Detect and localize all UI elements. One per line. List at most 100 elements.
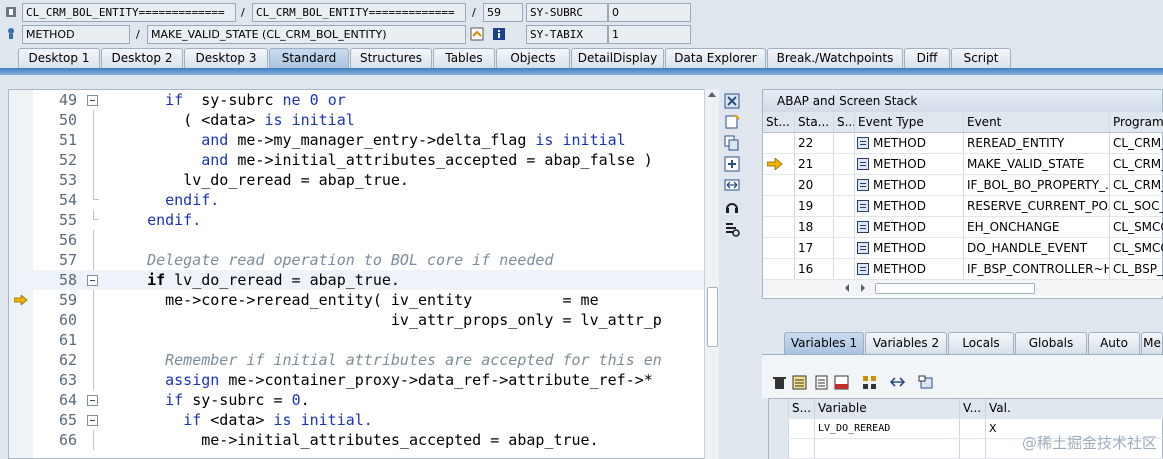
fold-toggle-icon[interactable] [87, 415, 98, 426]
col-header-value[interactable]: Val. [986, 399, 1163, 418]
fold-toggle-icon[interactable] [87, 275, 98, 286]
fold-guide-end [93, 199, 99, 200]
tab-detaildisplay[interactable]: DetailDisplay [571, 48, 664, 69]
window-icon[interactable] [918, 375, 933, 390]
swap-tool-icon[interactable] [724, 177, 740, 193]
col-header-st[interactable]: St... [763, 112, 795, 132]
fold-toggle-icon[interactable] [87, 395, 98, 406]
transfer-icon[interactable] [890, 375, 905, 390]
tab-desktop-1[interactable]: Desktop 1 [18, 48, 100, 69]
tab-variables-2[interactable]: Variables 2 [865, 332, 947, 354]
code-line[interactable]: 49 if sy-subrc ne 0 or [9, 90, 719, 110]
tab-auto[interactable]: Auto [1088, 332, 1140, 354]
col-header-program[interactable]: Program [1110, 112, 1163, 132]
col-header-event-type[interactable]: Event Type [855, 112, 964, 132]
code-line[interactable]: 62 Remember if initial attributes are ac… [9, 350, 719, 370]
tab-globals[interactable]: Globals [1015, 332, 1087, 354]
program-field[interactable]: CL_CRM_BOL_ENTITY============= [22, 3, 236, 22]
code-line[interactable]: 53 lv_do_reread = abap_true. [9, 170, 719, 190]
tab-data-explorer[interactable]: Data Explorer [665, 48, 766, 69]
row-select-cell[interactable] [769, 439, 789, 458]
sysvar-name-field-2[interactable]: SY-TABIX [526, 25, 608, 44]
list-icon[interactable] [792, 375, 807, 390]
stack-scroll-thumb[interactable] [875, 283, 1035, 294]
code-line[interactable]: 50 ( <data> is initial [9, 110, 719, 130]
col-header-s[interactable]: S... [834, 112, 855, 132]
stack-row[interactable]: 17 METHOD DO_HANDLE_EVENTCL_SMCOV [763, 238, 1163, 259]
variable-name-cell[interactable]: LV_DO_REREAD [815, 419, 960, 438]
code-line[interactable]: 63 assign me->container_proxy->data_ref-… [9, 370, 719, 390]
sysvar-value-field[interactable]: 0 [608, 3, 691, 22]
code-line[interactable]: 55 endif. [9, 210, 719, 230]
code-line[interactable]: 51 and me->my_manager_entry->delta_flag … [9, 130, 719, 150]
code-line[interactable]: 61 [9, 330, 719, 350]
tab-objects[interactable]: Objects [496, 48, 570, 69]
breakpoint-stop-icon[interactable] [4, 5, 18, 19]
include-field[interactable]: CL_CRM_BOL_ENTITY============= [252, 3, 466, 22]
headset-tool-icon[interactable] [724, 199, 740, 215]
navigate-source-icon[interactable] [470, 27, 484, 41]
sysvar-name-field[interactable]: SY-SUBRC [526, 3, 608, 22]
scroll-right-icon[interactable] [855, 280, 871, 296]
stack-row[interactable]: 21 METHOD MAKE_VALID_STATECL_CRM_B [763, 154, 1163, 175]
code-line[interactable]: 60 iv_attr_props_only = lv_attr_p [9, 310, 719, 330]
col-header-s[interactable]: S... [789, 399, 815, 418]
tab-script[interactable]: Script [951, 48, 1011, 69]
code-line[interactable]: 65 if <data> is initial. [9, 410, 719, 430]
col-header-select[interactable] [769, 399, 789, 418]
stack-row[interactable]: 18 METHOD EH_ONCHANGECL_SMCOV [763, 217, 1163, 238]
code-line[interactable]: 57 Delegate read operation to BOL core i… [9, 250, 719, 270]
code-line[interactable]: 54 endif. [9, 190, 719, 210]
tab-diff[interactable]: Diff [904, 48, 950, 69]
table-icon[interactable] [834, 375, 849, 390]
tab-desktop-3[interactable]: Desktop 3 [184, 48, 268, 69]
copy-tool-icon[interactable] [724, 135, 740, 151]
tab-standard[interactable]: Standard [269, 48, 349, 69]
code-text: lv_do_reread = abap_true. [129, 170, 409, 190]
stack-row[interactable]: 22 METHOD REREAD_ENTITYCL_CRM_B [763, 133, 1163, 154]
tab-structures[interactable]: Structures [350, 48, 432, 69]
sysvar-value-field-2[interactable]: 1 [608, 25, 691, 44]
event-name-field[interactable]: MAKE_VALID_STATE (CL_CRM_BOL_ENTITY) [147, 25, 466, 44]
settings-tool-icon[interactable] [724, 221, 740, 237]
line-number-field[interactable]: 59 [483, 3, 523, 22]
line-number: 64 [58, 391, 77, 409]
info-icon[interactable] [492, 27, 506, 41]
fold-toggle-icon[interactable] [87, 95, 98, 106]
tab-me[interactable]: Me [1141, 332, 1163, 354]
code-line[interactable]: 59 me->core->reread_entity( iv_entity = … [9, 290, 719, 310]
tab-locals[interactable]: Locals [948, 332, 1014, 354]
maximize-tool-icon[interactable] [724, 156, 740, 172]
stack-row[interactable]: 19 METHOD RESERVE_CURRENT_PO...CL_SOC_U [763, 196, 1163, 217]
code-line[interactable]: 52 and me->initial_attributes_accepted =… [9, 150, 719, 170]
code-line[interactable]: 66 me->initial_attributes_accepted = aba… [9, 430, 719, 450]
tab-breakpoints[interactable]: Break./Watchpoints [767, 48, 903, 69]
source-code-editor[interactable]: 49 if sy-subrc ne 0 or 50 ( <data> is ini… [8, 89, 719, 459]
hierarchy-icon[interactable] [862, 375, 877, 390]
stack-horizontal-scrollbar[interactable] [763, 280, 1163, 296]
document-icon[interactable] [814, 375, 829, 390]
row-select-cell[interactable] [769, 419, 789, 438]
col-header-variable[interactable]: Variable [815, 399, 960, 418]
editor-vertical-scrollbar[interactable] [704, 89, 719, 459]
scroll-thumb[interactable] [707, 287, 718, 347]
code-line[interactable]: 56 [9, 230, 719, 250]
col-header-event[interactable]: Event [964, 112, 1110, 132]
col-header-stack-level[interactable]: Sta... [795, 112, 834, 132]
scroll-left-icon[interactable] [839, 280, 855, 296]
stack-row[interactable]: 16 METHOD IF_BSP_CONTROLLER~H...CL_BSP_C [763, 259, 1163, 280]
code-line[interactable]: 58 if lv_do_reread = abap_true. [9, 270, 719, 290]
stack-row[interactable]: 20 METHOD IF_BOL_BO_PROPERTY_...CL_CRM_B [763, 175, 1163, 196]
tab-tables[interactable]: Tables [433, 48, 495, 69]
event-type-field[interactable]: METHOD [22, 25, 130, 44]
scroll-up-icon[interactable] [708, 92, 716, 97]
delete-icon[interactable] [772, 375, 787, 390]
variable-name-cell[interactable] [815, 439, 960, 458]
stack-s-cell [834, 238, 855, 258]
col-header-v[interactable]: V... [960, 399, 986, 418]
code-line[interactable]: 64 if sy-subrc = 0. [9, 390, 719, 410]
tab-variables-1[interactable]: Variables 1 [784, 332, 864, 354]
new-tool-icon[interactable] [724, 114, 740, 130]
close-tool-icon[interactable] [724, 93, 740, 109]
tab-desktop-2[interactable]: Desktop 2 [101, 48, 183, 69]
